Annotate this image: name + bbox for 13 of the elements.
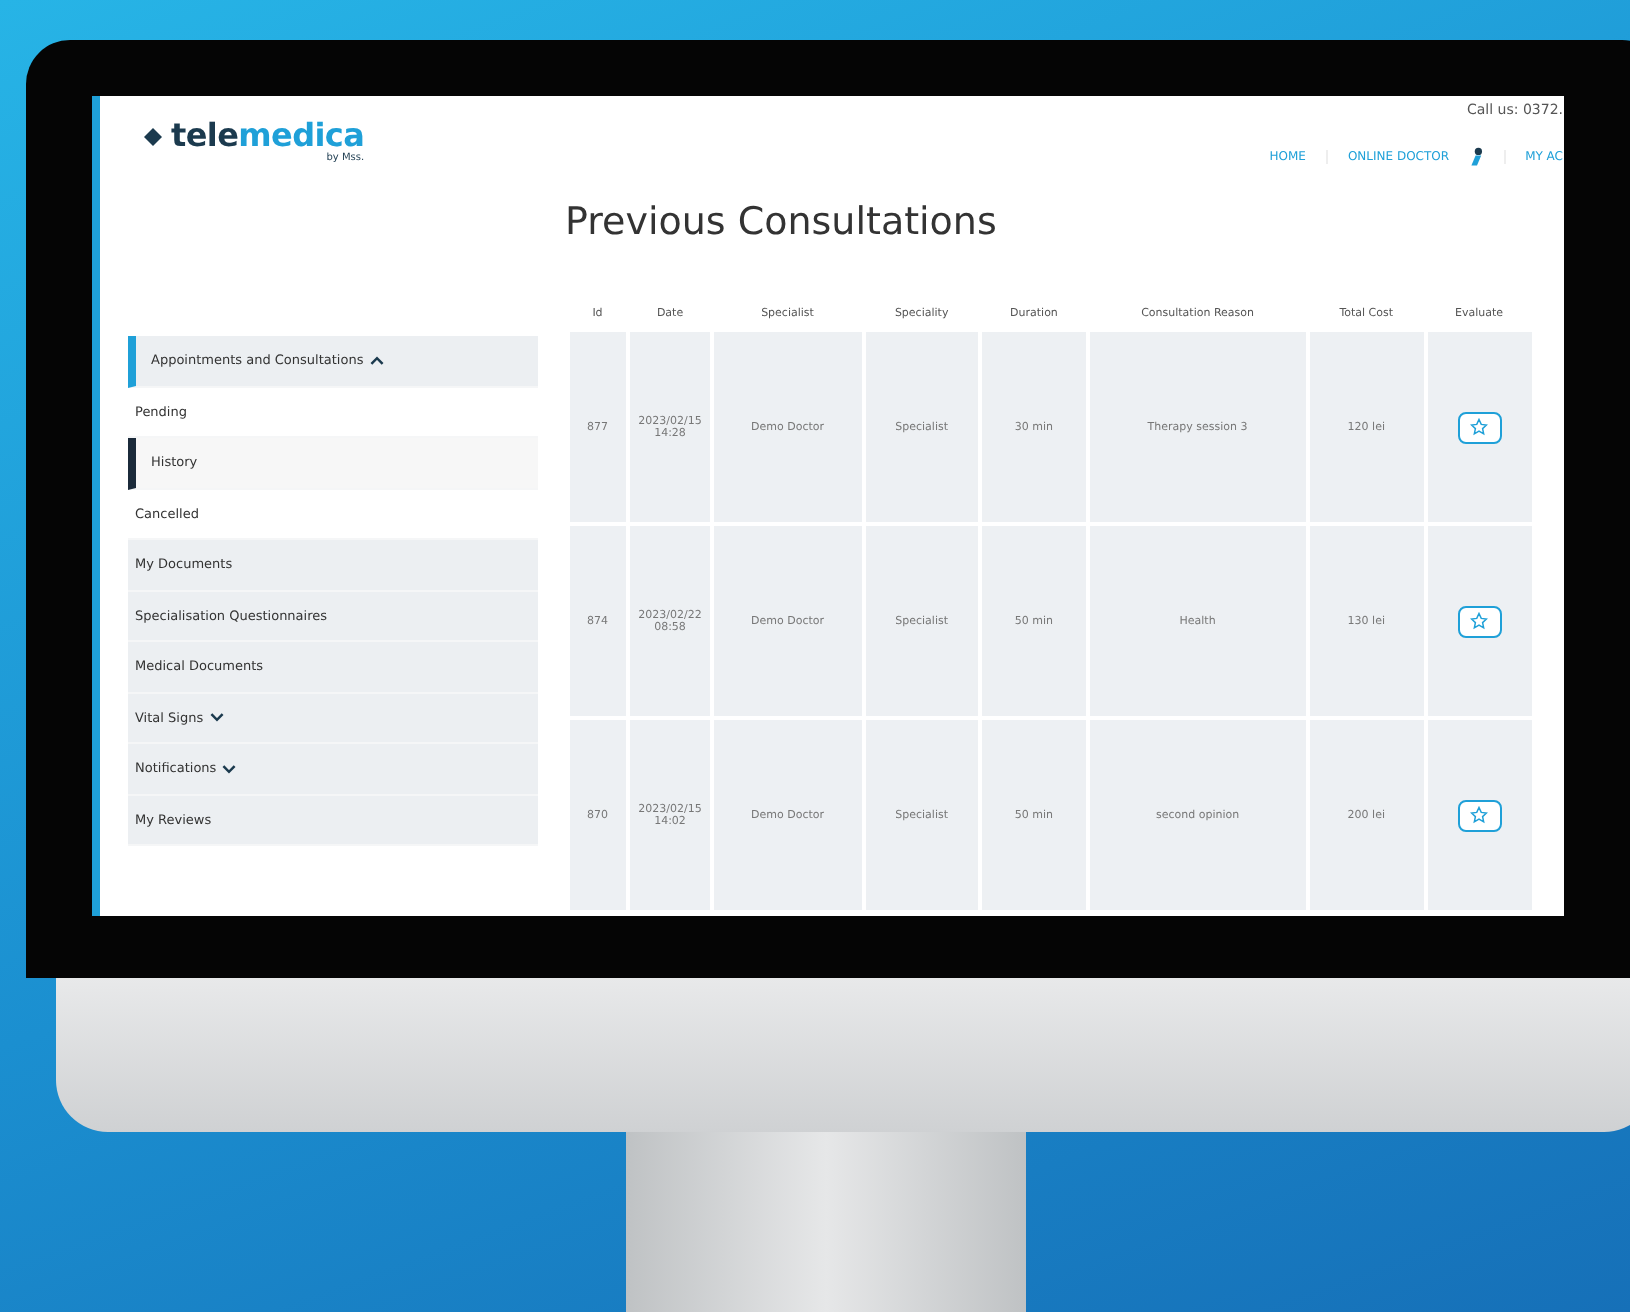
chevron-down-icon	[222, 763, 237, 774]
evaluate-button[interactable]	[1457, 605, 1501, 637]
user-icon[interactable]	[1469, 146, 1484, 168]
star-icon	[1470, 806, 1488, 824]
star-icon	[1470, 612, 1488, 630]
evaluate-button[interactable]	[1457, 411, 1501, 443]
star-icon	[1470, 418, 1488, 436]
chevron-down-icon	[209, 712, 224, 723]
diamond-icon	[143, 128, 161, 146]
page-title: Previous Consultations	[565, 200, 999, 244]
logo-wordmark[interactable]: telemedica	[171, 120, 365, 152]
evaluate-button[interactable]	[1457, 799, 1501, 831]
chevron-up-icon	[369, 355, 384, 366]
